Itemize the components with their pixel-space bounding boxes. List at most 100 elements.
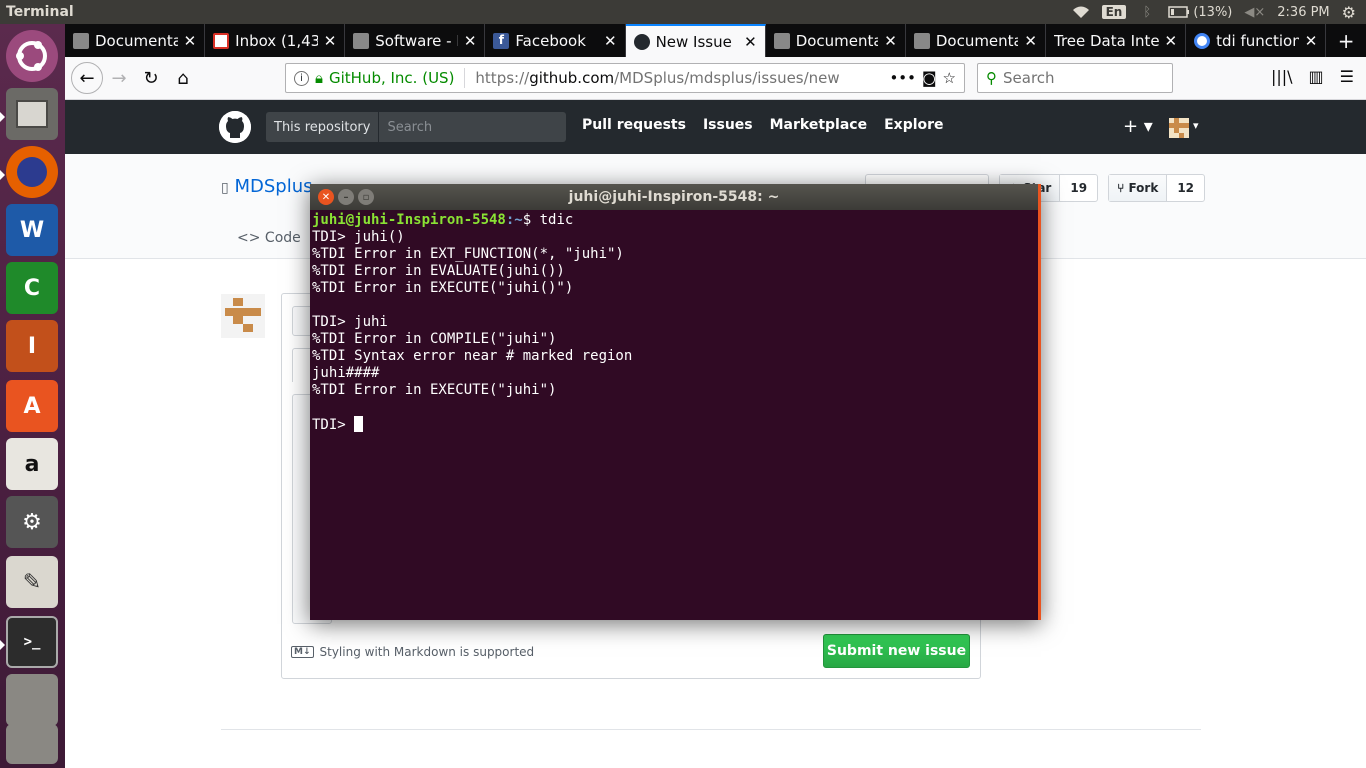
tab-documentation-1[interactable]: Documenta ✕ <box>65 24 206 57</box>
markdown-note-text[interactable]: Styling with Markdown is supported <box>320 645 535 659</box>
github-search-input[interactable]: Search <box>379 112 440 142</box>
battery-indicator[interactable]: (13%) <box>1168 5 1232 20</box>
close-icon[interactable]: ✕ <box>1024 32 1037 50</box>
tab-new-issue[interactable]: New Issue · M ✕ <box>625 24 766 57</box>
minimize-window-icon[interactable]: – <box>338 189 354 205</box>
close-icon[interactable]: ✕ <box>324 32 337 50</box>
firefox-icon[interactable] <box>6 146 58 198</box>
workspace-switcher-icon[interactable] <box>6 674 58 726</box>
close-icon[interactable]: ✕ <box>604 32 617 50</box>
clock[interactable]: 2:36 PM <box>1277 5 1329 20</box>
url-text[interactable]: https://github.com/MDSplus/mdsplus/issue… <box>475 69 883 87</box>
close-window-icon[interactable]: ✕ <box>318 189 334 205</box>
close-icon[interactable]: ✕ <box>1165 32 1178 50</box>
terminal-line: juhi@juhi-Inspiron-5548:~$ tdic <box>312 212 1036 229</box>
tab-label: Documenta <box>795 31 879 50</box>
tab-facebook[interactable]: f Facebook ✕ <box>485 24 626 57</box>
terminal-line: TDI> <box>312 416 1036 434</box>
text-editor-icon[interactable]: ✎ <box>6 556 58 608</box>
site-identity[interactable]: GitHub, Inc. (US) <box>329 69 454 87</box>
new-tab-button[interactable]: + <box>1326 24 1366 57</box>
browser-search-input[interactable]: ⚲ Search <box>977 63 1173 93</box>
code-icon: <> <box>237 230 261 246</box>
ubuntu-dash-icon[interactable] <box>6 30 58 82</box>
gmail-icon <box>213 32 230 49</box>
close-icon[interactable]: ✕ <box>184 32 197 50</box>
terminal-output[interactable]: juhi@juhi-Inspiron-5548:~$ tdic TDI> juhi… <box>310 210 1038 436</box>
lock-icon: 🔒︎ <box>315 69 323 87</box>
top-panel: Terminal En ᛒ (13%) ◀× 2:36 PM ⚙ <box>0 0 1366 24</box>
info-icon[interactable]: i <box>294 70 309 86</box>
bluetooth-icon[interactable]: ᛒ <box>1138 5 1156 20</box>
sidebar-icon[interactable]: ▥ <box>1309 67 1324 86</box>
trash-icon[interactable] <box>6 724 58 764</box>
system-settings-icon[interactable]: ⚙ <box>6 496 58 548</box>
tab-code-label: Code <box>264 230 301 246</box>
tab-label: Documenta <box>95 31 178 50</box>
terminal-titlebar[interactable]: ✕ – ▫ juhi@juhi-Inspiron-5548: ~ <box>310 184 1038 210</box>
software-center-icon[interactable]: A <box>6 380 58 432</box>
wifi-icon[interactable] <box>1072 5 1090 19</box>
libreoffice-writer-icon[interactable]: W <box>6 204 58 256</box>
keyboard-layout-indicator[interactable]: En <box>1101 5 1127 19</box>
reload-button[interactable]: ↻ <box>135 62 167 94</box>
libreoffice-impress-icon[interactable]: I <box>6 320 58 372</box>
tab-tdi-function[interactable]: tdi function ✕ <box>1186 24 1327 57</box>
volume-muted-icon[interactable]: ◀× <box>1244 5 1265 20</box>
nav-explore[interactable]: Explore <box>884 117 943 133</box>
terminal-line: juhi#### <box>312 365 380 381</box>
fork-button[interactable]: ⑂ Fork <box>1109 175 1168 201</box>
terminal-line: %TDI Syntax error near # marked region <box>312 348 633 364</box>
nav-marketplace[interactable]: Marketplace <box>770 117 867 133</box>
tab-software[interactable]: Software - N ✕ <box>345 24 486 57</box>
forward-button[interactable]: → <box>103 62 135 94</box>
close-icon[interactable]: ✕ <box>884 32 897 50</box>
settings-gear-icon[interactable]: ⚙ <box>1342 3 1356 22</box>
doc-icon <box>913 32 930 49</box>
chevron-down-icon[interactable]: ▾ <box>1193 119 1199 132</box>
fork-button-group[interactable]: ⑂ Fork 12 <box>1108 174 1206 202</box>
fork-label: Fork <box>1128 181 1159 195</box>
tab-inbox[interactable]: Inbox (1,437 ✕ <box>205 24 346 57</box>
tab-documentation-3[interactable]: Documenta ✕ <box>906 24 1046 57</box>
tab-code[interactable]: <> Code <box>237 230 301 246</box>
menu-icon[interactable]: ☰ <box>1340 67 1354 86</box>
bookmark-star-icon[interactable]: ☆ <box>943 69 956 87</box>
close-icon[interactable]: ✕ <box>464 32 477 50</box>
tab-documentation-2[interactable]: Documenta ✕ <box>766 24 906 57</box>
submit-issue-button[interactable]: Submit new issue <box>823 634 970 668</box>
terminal-icon[interactable]: >_ <box>6 616 58 668</box>
back-button[interactable]: ← <box>71 62 103 94</box>
nav-issues[interactable]: Issues <box>703 117 753 133</box>
author-avatar[interactable] <box>221 294 265 338</box>
amazon-icon[interactable]: a <box>6 438 58 490</box>
nav-pull-requests[interactable]: Pull requests <box>582 117 686 133</box>
system-tray: En ᛒ (13%) ◀× 2:36 PM ⚙ <box>1072 3 1366 22</box>
text-cursor <box>354 416 364 432</box>
prompt-path: :~ <box>505 212 523 228</box>
url-bar[interactable]: i 🔒︎ GitHub, Inc. (US) https://github.co… <box>285 63 965 93</box>
terminal-line: %TDI Error in EXECUTE("juhi()") <box>312 280 574 296</box>
page-actions-icon[interactable]: ••• <box>889 69 916 87</box>
star-count[interactable]: 19 <box>1060 175 1097 201</box>
terminal-window[interactable]: ✕ – ▫ juhi@juhi-Inspiron-5548: ~ juhi@ju… <box>310 184 1041 620</box>
close-icon[interactable]: ✕ <box>744 33 757 51</box>
user-avatar[interactable] <box>1169 118 1189 138</box>
battery-percent: (13%) <box>1193 4 1233 20</box>
github-logo-icon[interactable] <box>219 111 251 143</box>
github-search[interactable]: This repository Search <box>266 112 566 142</box>
tab-tree-data[interactable]: Tree Data Inter ✕ <box>1046 24 1187 57</box>
fork-count[interactable]: 12 <box>1167 175 1204 201</box>
files-icon[interactable] <box>6 88 58 140</box>
repo-owner-link[interactable]: MDSplus <box>234 176 312 197</box>
github-header: This repository Search Pull requests Iss… <box>65 100 1366 154</box>
facebook-icon: f <box>493 32 510 49</box>
close-icon[interactable]: ✕ <box>1305 32 1318 50</box>
pocket-icon[interactable]: ◙ <box>922 69 937 87</box>
library-icon[interactable]: |||\ <box>1271 67 1293 86</box>
maximize-window-icon[interactable]: ▫ <box>358 189 374 205</box>
home-button[interactable]: ⌂ <box>167 62 199 94</box>
create-new-dropdown[interactable]: + ▾ <box>1123 116 1153 137</box>
libreoffice-calc-icon[interactable]: C <box>6 262 58 314</box>
